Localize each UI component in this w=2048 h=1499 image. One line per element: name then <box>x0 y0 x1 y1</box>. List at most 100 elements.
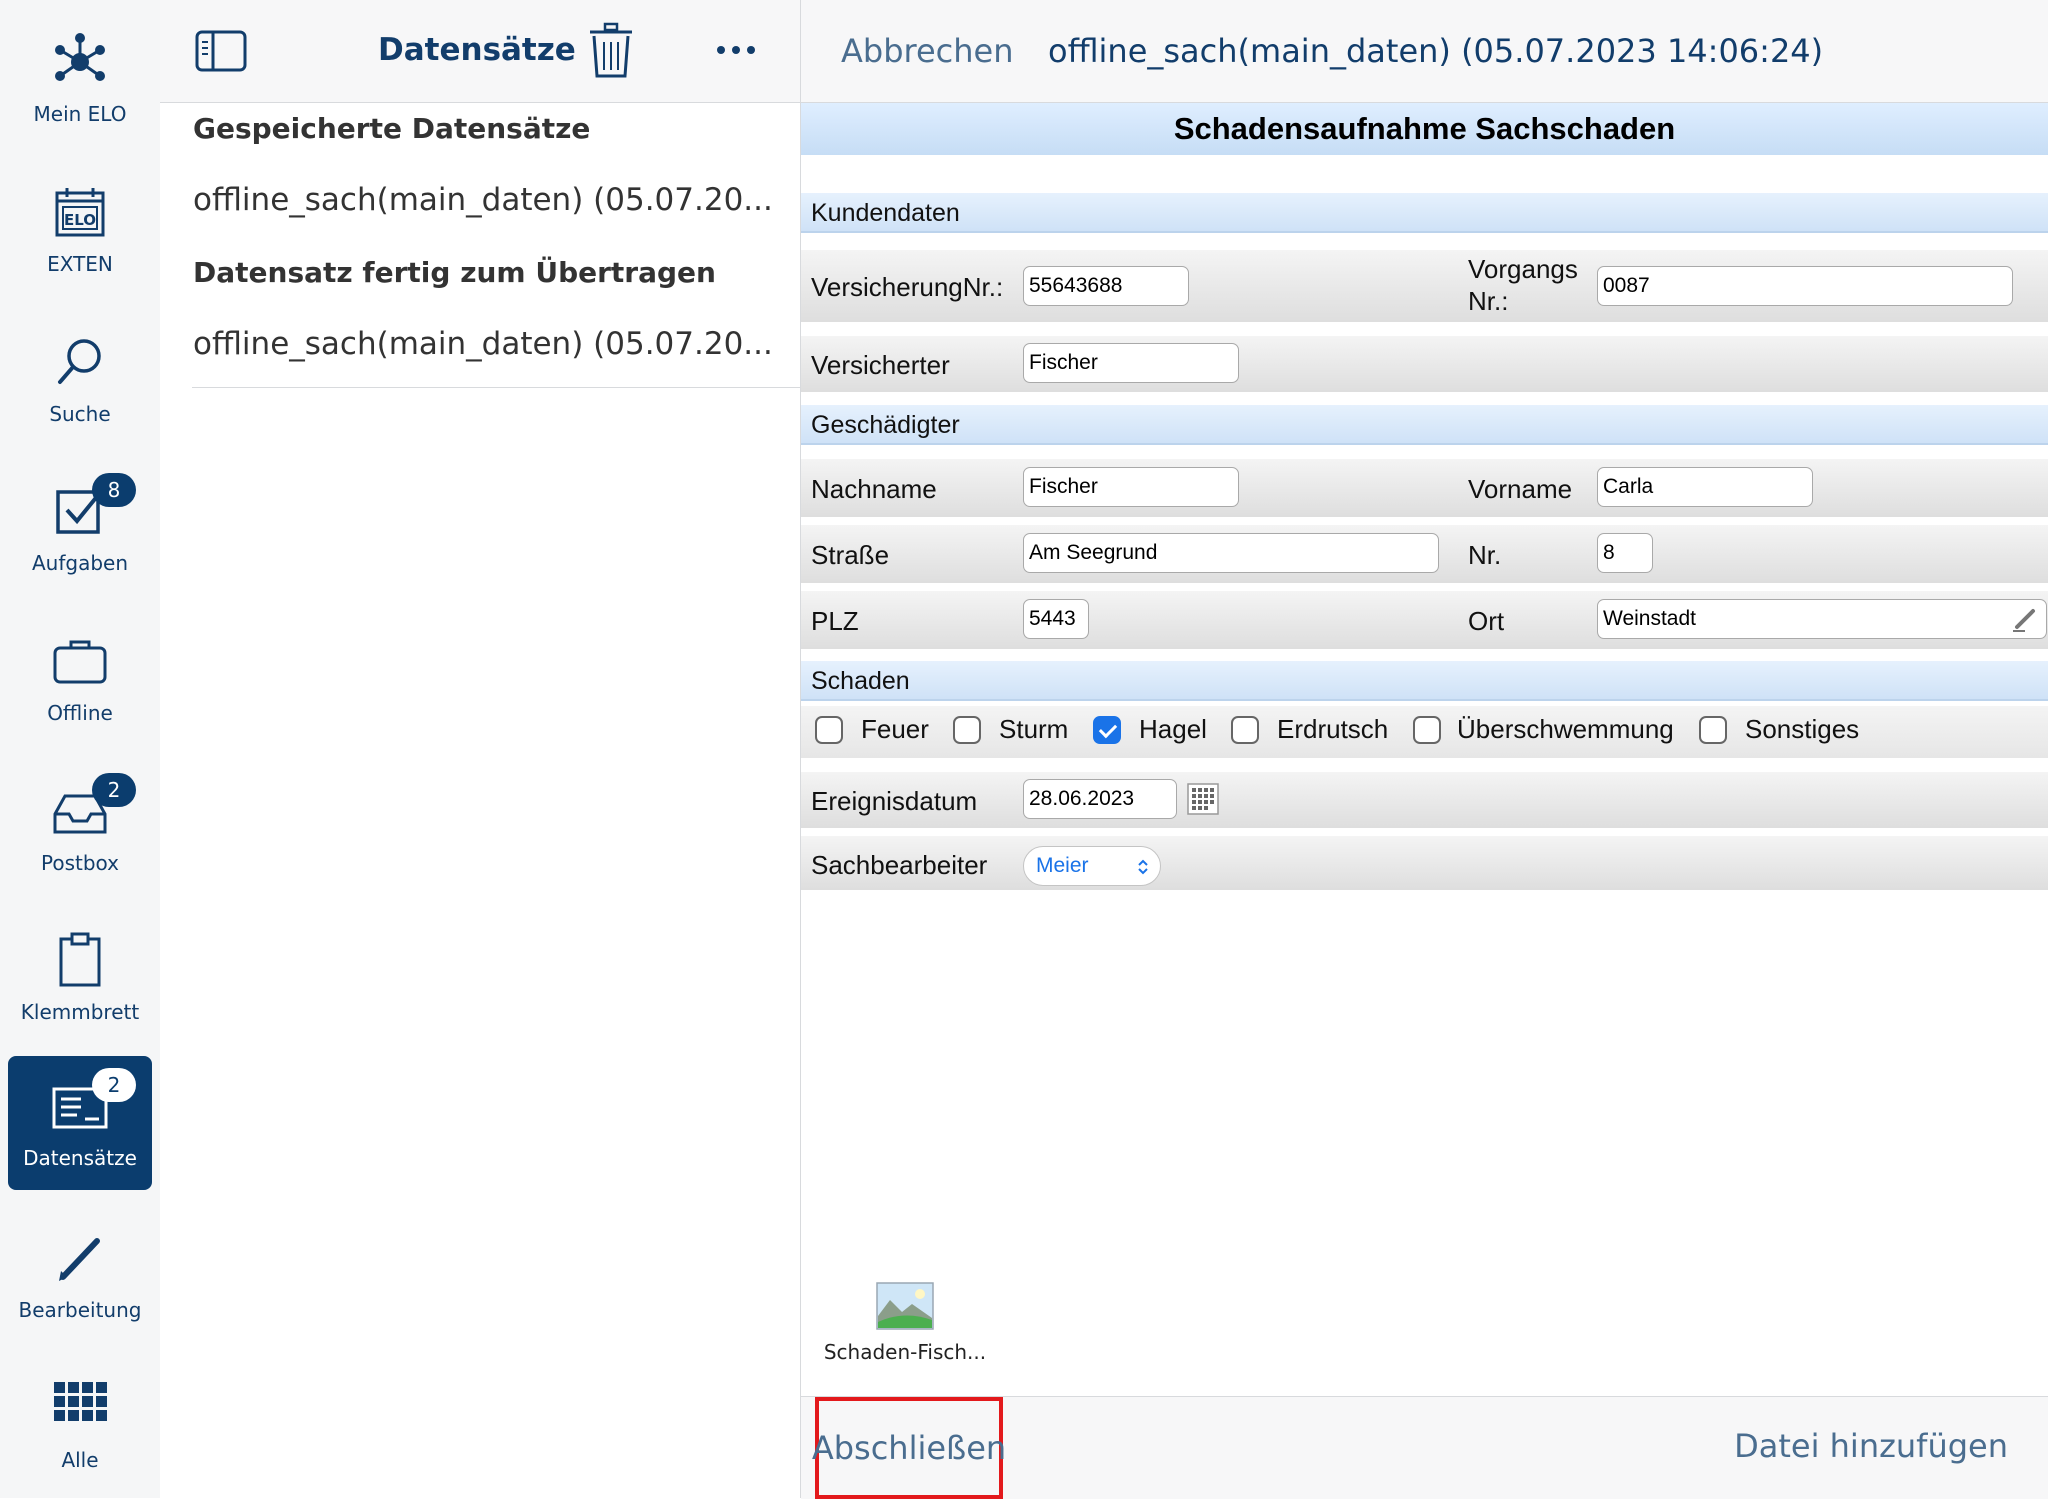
list-item[interactable]: offline_sach(main_daten) (05.07.20... <box>193 182 783 218</box>
sidebar-toggle-icon[interactable] <box>195 30 247 72</box>
nav-label: EXTEN <box>47 252 113 276</box>
list-header: Datensätze <box>160 0 800 103</box>
nav-mein-elo[interactable]: Mein ELO <box>8 12 152 146</box>
nav-label: Postbox <box>41 851 119 875</box>
clerk-select[interactable]: Meier <box>1023 846 1161 886</box>
detail-footer: Abschließen Datei hinzufügen <box>801 1396 2048 1499</box>
checkbox-label: Feuer <box>861 714 929 744</box>
divider <box>192 387 800 388</box>
nav-label: Bearbeitung <box>18 1298 142 1322</box>
insurance-row: VersicherungNr.: Vorgangs Nr.: <box>801 250 2048 322</box>
nav-label: Suche <box>49 402 111 426</box>
lastname-field[interactable] <box>1023 467 1239 507</box>
svg-text:ELO: ELO <box>64 211 96 229</box>
list-item[interactable]: offline_sach(main_daten) (05.07.20... <box>193 326 783 362</box>
event-date-field[interactable] <box>1023 779 1177 819</box>
house-number-label: Nr. <box>1468 540 1502 570</box>
saved-records-heading: Gespeicherte Datensätze <box>193 112 591 145</box>
checkbox-label: Überschwemmung <box>1457 714 1674 744</box>
form-title: Schadensaufnahme Sachschaden <box>801 103 2048 155</box>
briefcase-icon <box>53 640 107 684</box>
add-file-button[interactable]: Datei hinzufügen <box>1734 1427 2008 1465</box>
insured-field[interactable] <box>1023 343 1239 383</box>
cancel-button[interactable]: Abbrechen <box>841 32 1014 70</box>
calendar-picker-icon[interactable] <box>1187 783 1219 815</box>
nav-label: Datensätze <box>23 1146 137 1170</box>
nav-exten[interactable]: ELO EXTEN <box>8 162 152 296</box>
street-label: Straße <box>811 540 890 570</box>
firstname-label: Vorname <box>1468 474 1573 504</box>
nav-label: Offline <box>47 701 113 725</box>
checkbox-sturm[interactable] <box>953 716 981 744</box>
chevron-updown-icon <box>1138 859 1148 875</box>
nav-label: Klemmbrett <box>20 1000 140 1024</box>
street-field[interactable] <box>1023 533 1439 573</box>
nav-label: Aufgaben <box>31 551 129 575</box>
insured-row: Versicherter <box>801 336 2048 392</box>
street-row: Straße Nr. <box>801 525 2048 583</box>
nav-bearbeitung[interactable]: Bearbeitung <box>8 1208 152 1342</box>
checkbox-label: Sturm <box>999 714 1069 744</box>
zip-field[interactable] <box>1023 599 1089 639</box>
city-label: Ort <box>1468 606 1505 636</box>
event-date-label: Ereignisdatum <box>811 786 978 816</box>
pencil-icon <box>59 1238 100 1281</box>
lastname-label: Nachname <box>811 474 937 504</box>
checkbox-label: Erdrutsch <box>1277 714 1389 744</box>
checkbox-feuer[interactable] <box>815 716 843 744</box>
nav-offline[interactable]: Offline <box>8 611 152 745</box>
process-number-field[interactable] <box>1597 266 2013 306</box>
insured-label: Versicherter <box>811 350 950 380</box>
elo-calendar-icon: ELO <box>55 188 105 237</box>
firstname-field[interactable] <box>1597 467 1813 507</box>
detail-header: Abbrechen offline_sach(main_daten) (05.0… <box>801 0 2048 103</box>
city-field[interactable] <box>1597 599 2047 639</box>
navigation-rail: Mein ELO ELO EXTEN Suche 8 Aufgaben Offl… <box>0 0 161 1498</box>
clipboard-icon <box>59 932 101 987</box>
clerk-label: Sachbearbeiter <box>811 850 988 880</box>
attachment-item[interactable]: Schaden-Fisch... <box>815 1282 995 1364</box>
nav-aufgaben[interactable]: 8 Aufgaben <box>8 461 152 595</box>
nav-klemmbrett[interactable]: Klemmbrett <box>8 910 152 1044</box>
checkbox-ueberschwemmung[interactable] <box>1413 716 1441 744</box>
trash-icon[interactable] <box>588 22 634 78</box>
postbox-count-badge: 2 <box>92 773 136 807</box>
nav-label: Alle <box>61 1448 99 1472</box>
city-row: PLZ Ort <box>801 591 2048 649</box>
insurance-number-field[interactable] <box>1023 266 1189 306</box>
checkbox-erdrutsch[interactable] <box>1231 716 1259 744</box>
edit-pencil-icon[interactable] <box>2011 605 2039 633</box>
name-row: Nachname Vorname <box>801 459 2048 517</box>
records-count-badge: 2 <box>92 1068 136 1102</box>
zip-label: PLZ <box>811 606 859 636</box>
process-number-label: Vorgangs <box>1468 254 1578 284</box>
search-icon <box>58 339 101 384</box>
nav-suche[interactable]: Suche <box>8 312 152 446</box>
nav-label: Mein ELO <box>33 102 127 126</box>
nav-datensaetze[interactable]: 2 Datensätze <box>8 1056 152 1190</box>
attachment-name: Schaden-Fisch... <box>823 1340 987 1364</box>
checkbox-sonstiges[interactable] <box>1699 716 1727 744</box>
checkbox-label: Sonstiges <box>1745 714 1860 744</box>
insurance-number-label: VersicherungNr.: <box>811 272 1004 302</box>
damage-type-row: Feuer Sturm Hagel Erdrutsch Überschwemmu… <box>801 706 2048 758</box>
customer-data-group: Kundendaten <box>801 193 2048 233</box>
records-list-panel: Datensätze Gespeicherte Datensätze offli… <box>160 0 801 1498</box>
nav-alle[interactable]: Alle <box>8 1358 152 1492</box>
record-detail-panel: Abbrechen offline_sach(main_daten) (05.0… <box>801 0 2048 1499</box>
tasks-count-badge: 8 <box>92 473 136 507</box>
nav-postbox[interactable]: 2 Postbox <box>8 761 152 895</box>
damage-group: Schaden <box>801 661 2048 701</box>
damaged-party-group: Geschädigter <box>801 405 2048 445</box>
checkbox-hagel[interactable] <box>1093 716 1121 744</box>
finish-button[interactable]: Abschließen <box>811 1397 1007 1499</box>
house-number-field[interactable] <box>1597 533 1653 573</box>
finish-button-label: Abschließen <box>811 1429 1007 1467</box>
image-file-icon <box>876 1282 934 1330</box>
clerk-row: Sachbearbeiter Meier <box>801 836 2048 890</box>
network-icon <box>55 33 105 81</box>
list-title: Datensätze <box>378 32 576 68</box>
checkbox-label: Hagel <box>1139 714 1207 744</box>
event-date-row: Ereignisdatum <box>801 772 2048 828</box>
more-options-icon[interactable] <box>715 44 757 56</box>
